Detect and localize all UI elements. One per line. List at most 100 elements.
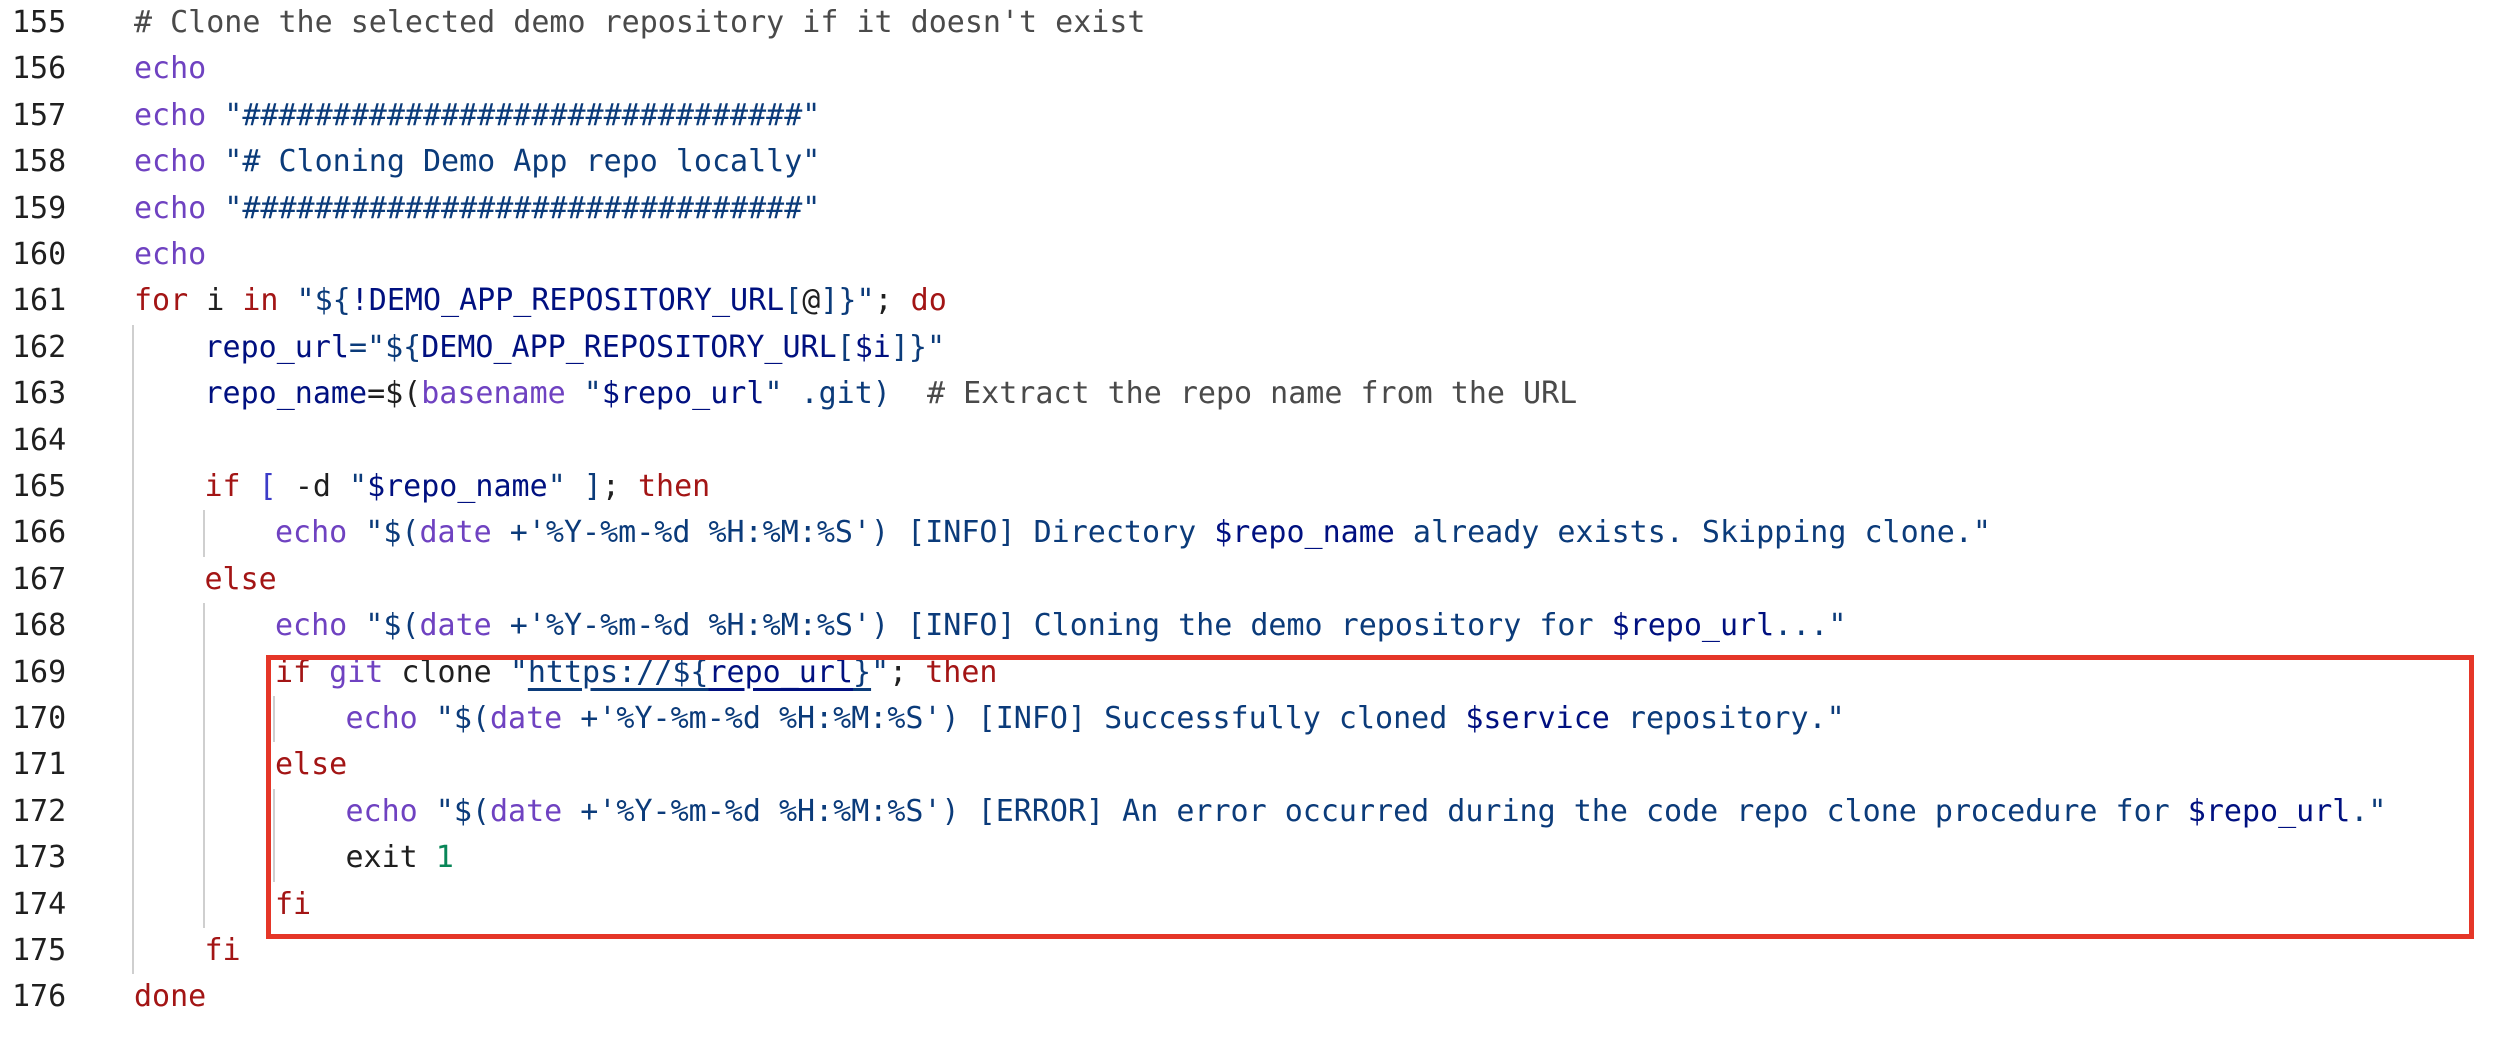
string-token: ..." [1774,608,1847,644]
line-number: 164 [12,422,67,458]
keyword-token: then [638,469,711,504]
plain-token: =$( [367,376,422,412]
string-token: ]}" [820,283,875,319]
line-number: 166 [12,515,67,551]
indent-guide [132,556,134,604]
line-number: 173 [12,840,67,876]
highlight-box [266,655,2474,939]
indent-guide [132,788,134,836]
string-token: " .git) [764,376,891,412]
plain-token: -d [294,469,331,504]
plain-token: ; [874,283,911,319]
indent-guide [132,742,134,789]
code-line: 164 [0,417,2494,464]
string-token: " ] [547,469,602,504]
line-number: 161 [12,283,67,319]
indent-guide [202,835,205,882]
line-number: 175 [12,933,67,968]
code-text: # Clone the selected demo repository if … [134,0,1145,46]
line-number: 174 [12,886,67,922]
code-line: 159 echo "###############################… [0,186,2494,232]
command-token: echo [134,51,207,87]
code-text: repo_url="${DEMO_APP_REPOSITORY_URL[$i]}… [205,325,946,371]
code-text: echo [134,232,206,278]
indent-guide [132,696,134,743]
string-token: already exists. Skipping clone." [1394,515,1991,551]
line-number: 165 [12,469,67,504]
string-token: "$( [347,515,420,551]
variable-token: $repo_url [1611,608,1775,644]
string-token: ]}" [890,329,946,365]
code-line: 167 else [0,556,2494,604]
indent-guide [132,324,134,372]
code-line: 157 echo "###############################… [0,93,2494,139]
variable-token: repo_url [204,329,350,365]
string-token: " [565,376,602,412]
string-token: ="${ [349,329,422,365]
comment-token: # Clone the selected demo repository if … [134,5,1146,40]
line-number: 158 [12,144,67,180]
string-token: [ [836,329,855,365]
line-number: 159 [12,190,67,226]
command-token: echo [134,237,207,272]
keyword-token: if [204,469,241,504]
line-number: 167 [12,561,67,597]
variable-token: $i [854,329,891,365]
string-token: [ [784,283,803,319]
line-number: 162 [12,329,67,365]
variable-token: $repo_name [1214,515,1395,551]
command-token: echo [134,97,207,133]
indent-guide [202,649,205,696]
command-token: echo [134,190,207,226]
string-token: "###############################" [206,97,821,133]
line-number: 160 [12,237,67,272]
code-text: echo "$(date +'%Y-%m-%d %H:%M:%S') [INFO… [275,510,1991,556]
indent-guide [132,881,134,928]
plain-token: i [188,283,243,319]
code-text: echo "###############################" [134,93,820,139]
line-number: 169 [12,654,67,690]
command-token: echo [275,515,348,551]
code-text: repo_name=$(basename "$repo_url" .git) #… [205,371,1578,417]
plain-token: @ [802,283,821,319]
indent-guide [132,835,134,882]
code-text: echo "# Cloning Demo App repo locally" [134,139,820,185]
command-token: echo [134,144,207,180]
indent-guide [132,649,134,696]
variable-token: DEMO_APP_REPOSITORY_URL [421,329,837,365]
code-editor[interactable]: 155 # Clone the selected demo repository … [0,0,2494,1038]
indent-guide [202,603,205,650]
builtin-token: [ [240,469,295,504]
command-token: date [419,608,492,644]
line-number: 155 [12,5,67,40]
string-token: +'%Y-%m-%d %H:%M:%S') [INFO] Cloning the… [491,608,1612,644]
indent-guide [202,742,205,789]
variable-token: $repo_url [601,376,765,412]
keyword-token: fi [204,933,241,968]
command-token: echo [275,608,348,644]
code-text: if [ -d "$repo_name" ]; then [205,464,711,510]
command-token: date [419,515,492,551]
plain-token: ; [601,469,638,504]
code-line: 168 echo "$(date +'%Y-%m-%d %H:%M:%S') [I… [0,603,2494,650]
keyword-token: do [910,283,947,319]
comment-token: # Extract the repo name from the URL [890,376,1578,412]
line-number: 171 [12,747,67,783]
string-token: "###############################" [206,190,821,226]
line-number: 156 [12,51,67,87]
line-number: 176 [12,979,67,1015]
code-line: 166 echo "$(date +'%Y-%m-%d %H:%M:%S') [I… [0,510,2494,557]
code-line: 158 echo "# Cloning Demo App repo locally… [0,139,2494,185]
indent-guide [132,417,134,464]
string-token: "$( [347,608,420,644]
code-text: else [205,557,277,603]
line-number: 163 [12,376,67,412]
indent-guide [202,510,205,557]
indent-guide [132,603,134,650]
line-number: 170 [12,701,67,736]
variable-token: $repo_name [367,469,548,504]
code-text: echo [134,46,206,92]
string-token: +'%Y-%m-%d %H:%M:%S') [INFO] Directory [491,515,1215,551]
line-number: 168 [12,608,67,644]
code-text: echo "$(date +'%Y-%m-%d %H:%M:%S') [INFO… [275,603,1846,649]
